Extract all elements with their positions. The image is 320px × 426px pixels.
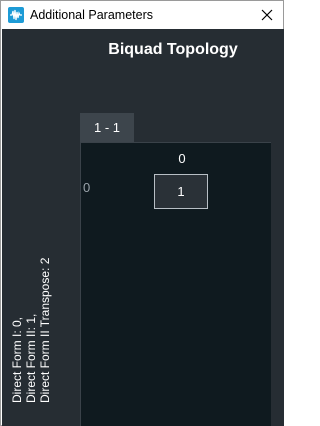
description-line: Direct Form I: 0, — [10, 316, 24, 403]
topology-value-cell[interactable]: 1 — [154, 174, 208, 209]
description-line: Direct Form II Transpose: 2 — [38, 257, 52, 403]
close-icon — [261, 9, 273, 21]
topology-description: Direct Form I: 0, Direct Form II: 1, Dir… — [10, 258, 52, 403]
panel-title: Biquad Topology — [108, 41, 238, 58]
dialog-window: Additional Parameters Biquad Topology Di… — [0, 0, 284, 426]
tab-1-1[interactable]: 1 - 1 — [80, 113, 134, 142]
waveform-app-icon — [8, 7, 24, 23]
row-header: 0 — [83, 180, 91, 195]
column-header: 0 — [178, 151, 186, 166]
description-line: Direct Form II: 1, — [24, 313, 38, 403]
window-title: Additional Parameters — [30, 8, 153, 22]
title-bar[interactable]: Additional Parameters — [1, 1, 283, 29]
close-button[interactable] — [257, 5, 277, 25]
parameters-panel: Biquad Topology Direct Form I: 0, Direct… — [2, 29, 284, 426]
